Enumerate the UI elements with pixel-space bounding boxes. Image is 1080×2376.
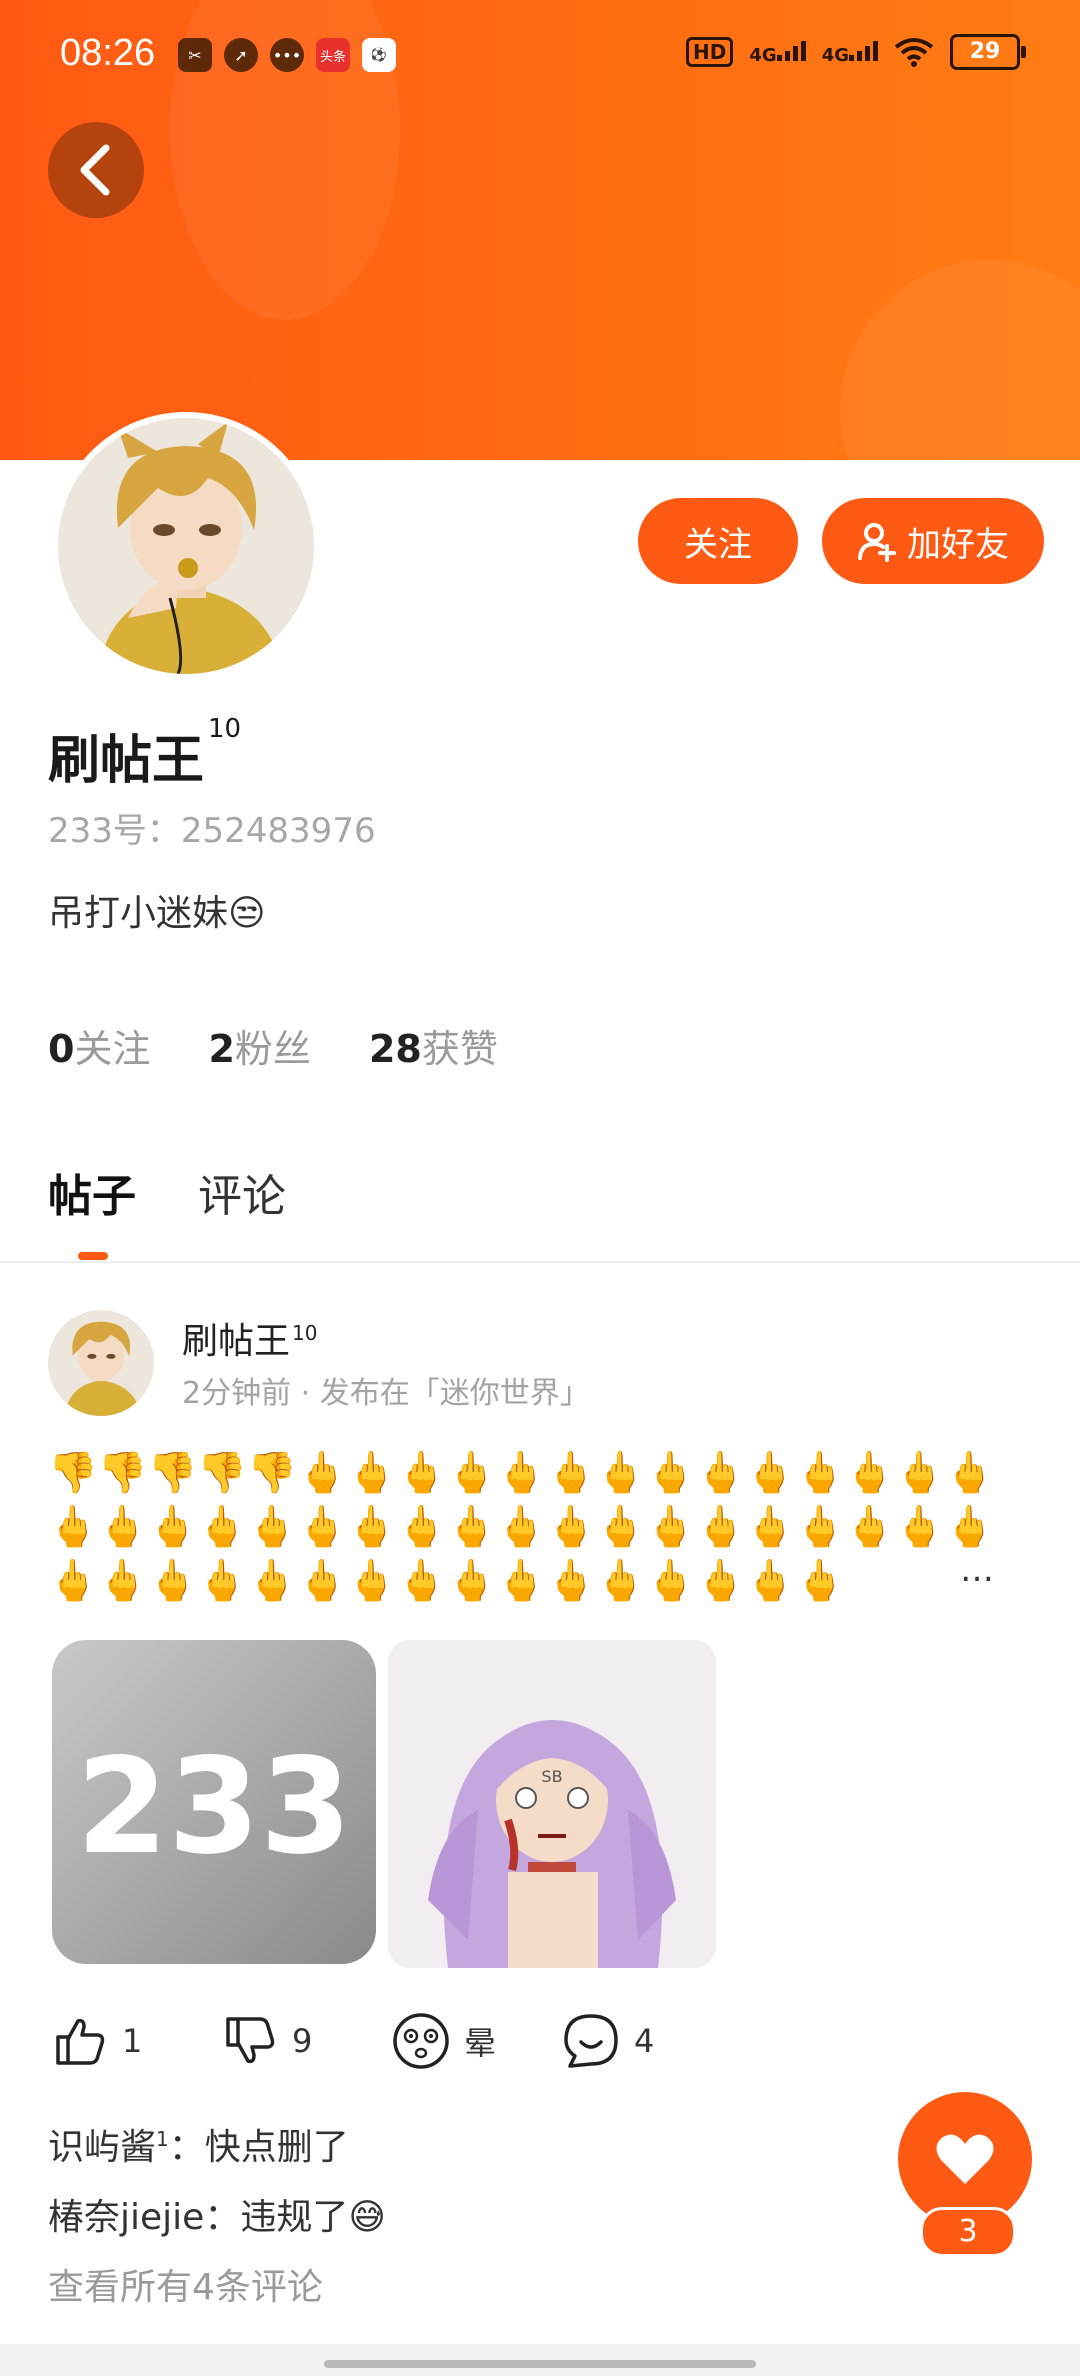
comment-preview[interactable]: 椿奈jiejie：违规了😅 — [48, 2188, 386, 2240]
like-action[interactable]: 1 — [52, 2012, 222, 2070]
profile-username: 刷帖王10 — [48, 714, 242, 791]
profile-bio: 吊打小迷妹😒 — [48, 893, 266, 934]
avatar-illustration — [58, 418, 314, 674]
notification-icons: ✂ ➚ ••• 头条 ⚽ — [178, 38, 396, 72]
post-image[interactable]: 233 — [52, 1640, 376, 1964]
svg-text:SB: SB — [541, 1767, 562, 1786]
status-time: 08:26 — [60, 32, 156, 74]
chat-notification-icon: ••• — [270, 38, 304, 72]
dizzy-reaction-action[interactable]: 晕 — [392, 2012, 562, 2070]
comment-icon — [564, 2014, 618, 2068]
follow-button[interactable]: 关注 — [638, 498, 798, 584]
compass-notification-icon: ➚ — [224, 38, 258, 72]
post-author-name[interactable]: 刷帖王 10 — [182, 1312, 317, 1364]
divider — [0, 1261, 1080, 1263]
add-friend-label: 加好友 — [907, 524, 1009, 565]
add-friend-button[interactable]: 加好友 — [822, 498, 1044, 584]
post-meta: 2分钟前 · 发布在「迷你世界」 — [182, 1376, 590, 1411]
profile-avatar[interactable] — [52, 412, 320, 680]
thumb-up-icon — [56, 2018, 105, 2065]
sports-notification-icon: ⚽ — [362, 38, 396, 72]
comment-preview[interactable]: 识屿酱1：快点删了 — [48, 2118, 349, 2170]
profile-tabs: 帖子 评论 — [48, 1160, 286, 1260]
profile-stats: 0关注 2粉丝 28获赞 — [48, 1018, 498, 1073]
thumb-down-icon — [226, 2017, 275, 2064]
tab-comments[interactable]: 评论 — [198, 1160, 286, 1224]
app-notification-icon: ✂ — [178, 38, 212, 72]
dizzy-face-icon — [393, 2013, 449, 2069]
stat-followers[interactable]: 2粉丝 — [208, 1018, 310, 1073]
svg-text:233: 233 — [76, 1730, 352, 1884]
like-fab-button[interactable] — [898, 2092, 1032, 2226]
dislike-action[interactable]: 9 — [222, 2012, 392, 2070]
avatar-illustration — [48, 1310, 154, 1416]
add-user-icon — [858, 523, 896, 562]
network-4g-icon: 4G — [822, 39, 878, 66]
profile-id: 233号：252483976 — [48, 811, 376, 851]
toutiao-notification-icon: 头条 — [316, 38, 350, 72]
comment-action[interactable]: 4 — [562, 2012, 732, 2070]
back-button[interactable] — [48, 122, 144, 218]
network-4g-icon: 4G — [749, 39, 806, 66]
post-content[interactable]: 👎👎👎👎👎🖕🖕🖕🖕🖕🖕🖕🖕🖕🖕🖕🖕🖕🖕🖕🖕🖕🖕🖕🖕🖕🖕🖕🖕🖕🖕🖕🖕🖕🖕🖕🖕🖕🖕🖕… — [48, 1446, 1008, 1608]
post-ellipsis: … — [960, 1550, 994, 1590]
system-status-icons: HD 4G 4G 29 — [686, 34, 1026, 70]
post-author-avatar[interactable] — [48, 1310, 154, 1416]
home-indicator[interactable] — [324, 2360, 756, 2368]
user-level-badge: 10 — [208, 714, 242, 744]
view-all-comments-link[interactable]: 查看所有4条评论 — [48, 2258, 323, 2310]
like-count-badge: 3 — [920, 2207, 1016, 2257]
image-anime-drawing: SB — [388, 1640, 716, 1968]
header-decoration — [840, 260, 1080, 460]
post-actions: 1 9 晕 4 — [52, 2012, 732, 2070]
post-image[interactable]: SB — [388, 1640, 716, 1968]
stat-following[interactable]: 0关注 — [48, 1018, 150, 1073]
status-bar: 08:26 ✂ ➚ ••• 头条 ⚽ HD 4G 4G 29 — [0, 0, 1080, 116]
battery-icon: 29 — [950, 34, 1026, 70]
stat-likes: 28获赞 — [368, 1027, 498, 1071]
chevron-left-icon — [80, 144, 110, 196]
hd-voice-icon: HD — [686, 37, 734, 67]
image-233-logo: 233 — [52, 1640, 376, 1964]
tab-indicator — [78, 1252, 108, 1260]
tab-posts[interactable]: 帖子 — [48, 1160, 136, 1260]
heart-icon — [936, 2134, 994, 2184]
wifi-icon — [894, 38, 934, 67]
